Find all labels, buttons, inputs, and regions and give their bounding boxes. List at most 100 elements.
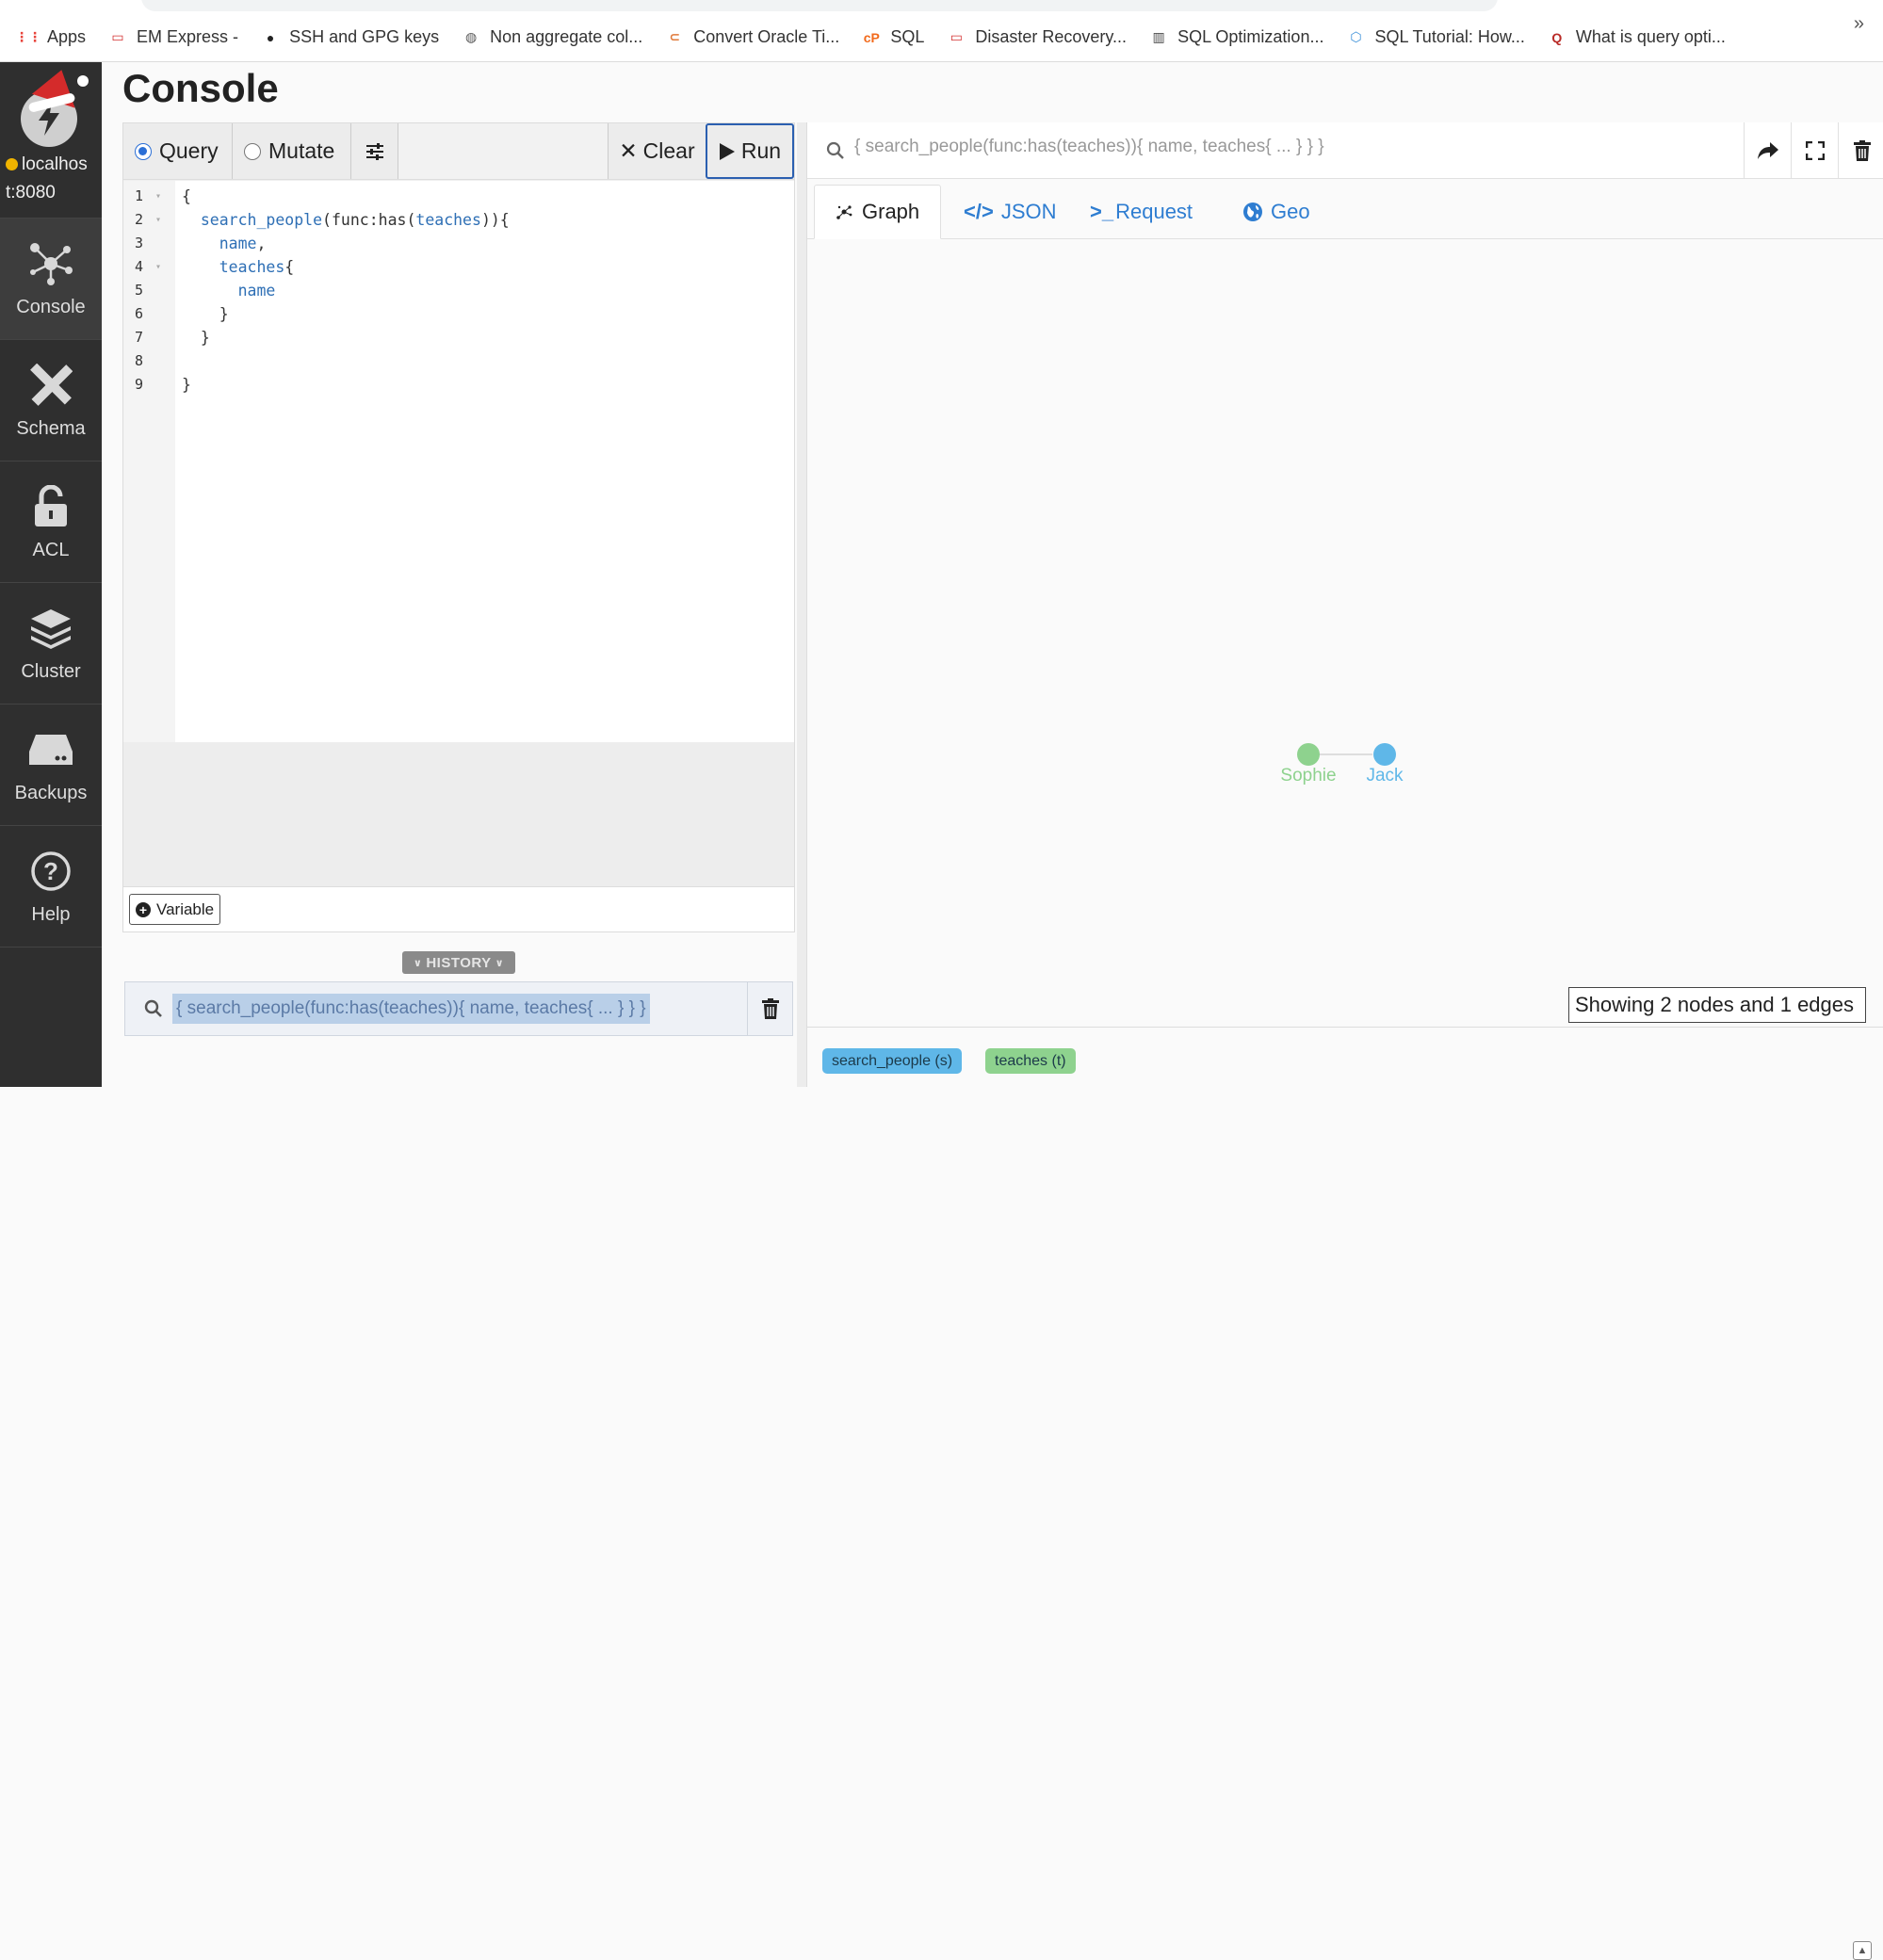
sidebar-item-console[interactable]: Console: [0, 219, 102, 340]
globe-icon: ◍: [465, 29, 478, 44]
pencil-ruler-icon: [27, 362, 74, 409]
browser-toolbar: [0, 0, 1883, 13]
layers-icon: [27, 605, 74, 652]
history-entry[interactable]: { search_people(func:has(teaches)){ name…: [172, 994, 650, 1024]
clear-label: Clear: [642, 138, 695, 163]
legend-teaches[interactable]: teaches (t): [985, 1048, 1076, 1074]
code-line: }: [182, 376, 191, 394]
collapse-legend-button[interactable]: ▲: [1853, 1941, 1872, 1960]
bookmark-item[interactable]: ▭ EM Express -: [108, 27, 238, 47]
sidebar-item-help[interactable]: ? Help: [0, 826, 102, 948]
fullscreen-button[interactable]: [1791, 122, 1838, 179]
mutate-mode-label: Mutate: [268, 138, 335, 163]
sidebar: localhos t:8080 Console Schema ACL Cluster B…: [0, 62, 102, 1087]
panel-divider[interactable]: [797, 122, 806, 1087]
bookmark-label: SQL Optimization...: [1177, 27, 1324, 46]
bookmark-item[interactable]: Q What is query opti...: [1548, 27, 1726, 47]
tab-geo[interactable]: Geo: [1242, 185, 1310, 239]
graph-node-sophie[interactable]: [1297, 743, 1320, 766]
code-line: {: [182, 187, 191, 205]
mutate-mode-radio[interactable]: Mutate: [233, 123, 351, 179]
tab-graph[interactable]: Graph: [814, 185, 942, 239]
graph-canvas[interactable]: Sophie Jack: [807, 239, 1883, 1013]
legend-bar: search_people (s) teaches (t) ▲: [807, 1027, 1883, 1960]
fold-arrow-icon[interactable]: ▾: [155, 185, 161, 208]
server-address[interactable]: localhos t:8080: [6, 151, 100, 207]
globe-icon: [1243, 202, 1262, 221]
radio-unselected-icon: [244, 142, 261, 160]
sidebar-item-label: Backups: [14, 782, 88, 803]
bookmark-item[interactable]: ▭ Disaster Recovery...: [947, 27, 1127, 47]
more-bookmarks-button[interactable]: »: [1854, 13, 1864, 35]
graph-node-label-sophie: Sophie: [1280, 766, 1336, 786]
sidebar-item-backups[interactable]: Backups: [0, 705, 102, 826]
add-variable-label: Variable: [156, 899, 215, 918]
tab-request[interactable]: >_ Request: [1090, 185, 1193, 239]
result-panel: { search_people(func:has(teaches)){ name…: [806, 122, 1883, 1960]
quora-icon: Q: [1551, 29, 1563, 45]
sidebar-item-acl[interactable]: ACL: [0, 462, 102, 583]
line-number: 6: [135, 305, 144, 322]
run-button[interactable]: Run: [706, 123, 794, 179]
query-editor-panel: Query Mutate ✕ Clear Run 1 ▾{2 ▾ search_pe…: [122, 122, 795, 932]
clear-history-button[interactable]: [747, 982, 792, 1035]
trash-icon: [761, 998, 779, 1019]
fold-arrow-icon[interactable]: ▾: [155, 255, 161, 279]
query-mode-label: Query: [159, 138, 219, 163]
bookmark-label: Non aggregate col...: [490, 27, 643, 46]
variables-bar: + Variable: [123, 886, 794, 931]
close-icon: ✕: [619, 138, 638, 163]
plus-circle-icon: +: [136, 901, 151, 917]
address-bar[interactable]: [141, 0, 1498, 11]
query-mode-radio[interactable]: Query: [123, 123, 233, 179]
trash-icon: [1853, 140, 1871, 161]
bookmark-label: SSH and GPG keys: [289, 27, 440, 46]
bookmark-item[interactable]: cP SQL: [862, 27, 925, 47]
share-arrow-icon: [1757, 142, 1778, 159]
bookmark-item[interactable]: ⋮⋮ Apps: [15, 27, 86, 47]
bookmark-item[interactable]: ● SSH and GPG keys: [261, 27, 439, 47]
discard-result-button[interactable]: [1838, 122, 1883, 179]
tab-json[interactable]: </> JSON: [964, 185, 1057, 239]
code-editor[interactable]: 1 ▾{2 ▾ search_people(func:has(teaches)){3…: [123, 181, 794, 742]
sidebar-item-cluster[interactable]: Cluster: [0, 583, 102, 705]
graph-icon: [836, 205, 852, 219]
editor-settings-button[interactable]: [351, 123, 398, 179]
graph-node-label-jack: Jack: [1366, 766, 1404, 786]
question-circle-icon: ?: [27, 848, 74, 895]
unlock-icon: [27, 483, 74, 530]
history-toggle[interactable]: ∨ HISTORY ∨: [402, 951, 515, 974]
code-line: search_people(func:has(teaches)){: [200, 211, 510, 229]
fold-arrow-icon[interactable]: ▾: [155, 208, 161, 232]
add-variable-button[interactable]: + Variable: [129, 894, 221, 925]
result-tabs: Graph </> JSON >_ Request Geo: [807, 179, 1883, 239]
share-button[interactable]: [1744, 122, 1791, 179]
bookmark-label: What is query opti...: [1575, 27, 1726, 46]
bookmark-item[interactable]: ◍ Non aggregate col...: [462, 27, 642, 47]
cpanel-icon: cP: [863, 29, 880, 45]
terminal-icon: >_: [1090, 200, 1114, 223]
code-line: name,: [219, 235, 267, 252]
legend-search-people[interactable]: search_people (s): [822, 1048, 963, 1074]
svg-text:?: ?: [43, 857, 58, 885]
graph-nodes-icon: [27, 240, 74, 287]
logo-area: localhos t:8080: [0, 62, 102, 219]
code-icon: </>: [964, 200, 994, 223]
drive-icon: [27, 726, 74, 773]
history-search-box: { search_people(func:has(teaches)){ name…: [124, 981, 793, 1036]
convert-icon: ⊂: [669, 29, 681, 44]
bookmark-item[interactable]: ⬡ SQL Tutorial: How...: [1346, 27, 1525, 47]
line-number: 8: [135, 352, 144, 369]
sidebar-item-schema[interactable]: Schema: [0, 340, 102, 462]
bookmark-label: SQL Tutorial: How...: [1374, 27, 1525, 46]
book-icon: ▥: [1152, 29, 1165, 44]
bookmark-item[interactable]: ▥ SQL Optimization...: [1149, 27, 1323, 47]
sidebar-item-label: ACL: [32, 539, 70, 560]
bookmark-item[interactable]: ⊂ Convert Oracle Ti...: [665, 27, 839, 47]
chevron-down-icon: ∨: [495, 957, 505, 969]
play-icon: [719, 142, 735, 160]
clear-button[interactable]: ✕ Clear: [608, 123, 706, 179]
tab-request-label: Request: [1115, 200, 1193, 223]
graph-node-jack[interactable]: [1373, 743, 1396, 766]
tab-graph-label: Graph: [862, 200, 920, 223]
